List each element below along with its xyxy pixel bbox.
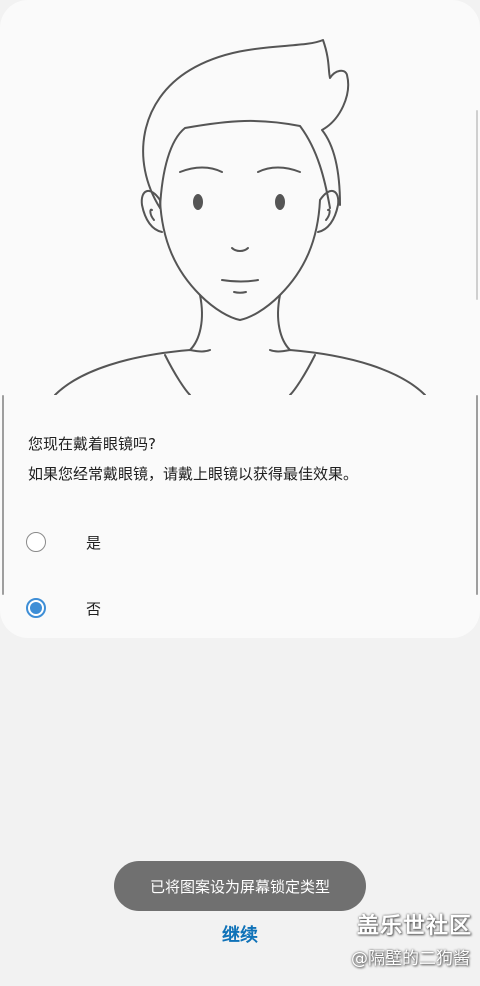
watermark-title: 盖乐世社区 (356, 914, 472, 939)
radio-selected-dot (30, 602, 42, 614)
face-recognition-card: 您现在戴着眼镜吗? 如果您经常戴眼镜，请戴上眼镜以获得最佳效果。 是 否 (0, 0, 480, 638)
option-yes[interactable]: 是 (26, 527, 456, 557)
scroll-edge-left (2, 395, 4, 595)
hint-text: 如果您经常戴眼镜，请戴上眼镜以获得最佳效果。 (28, 465, 359, 483)
scroll-edge-right (476, 395, 478, 595)
radio-yes[interactable] (26, 532, 46, 552)
question-text: 您现在戴着眼镜吗? (28, 435, 156, 453)
radio-no[interactable] (26, 598, 46, 618)
option-no-label: 否 (86, 599, 102, 618)
scroll-edge-right-top (476, 110, 478, 300)
toast-message: 已将图案设为屏幕锁定类型 (114, 861, 366, 911)
face-illustration (54, 39, 426, 395)
watermark-author: @隔壁的二狗酱 (351, 949, 470, 969)
option-no[interactable]: 否 (26, 593, 456, 623)
option-yes-label: 是 (86, 533, 102, 552)
